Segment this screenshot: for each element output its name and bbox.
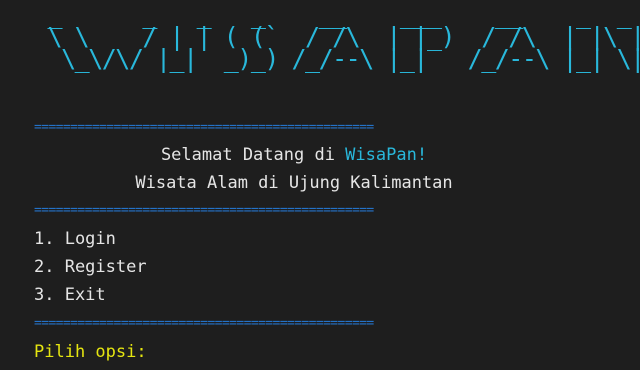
ascii-banner-wisapan: _ _ _ _ __ ___ __ _ _ \ \ / | | ( (` / /…	[47, 0, 640, 73]
menu-item-login: 1. Login	[34, 229, 116, 249]
option-prompt[interactable]: Pilih opsi:	[34, 341, 147, 363]
menu-item-exit: 3. Exit	[34, 285, 106, 305]
separator-middle: ========================================…	[34, 204, 374, 218]
welcome-line: Selamat Datang di WisaPan!	[34, 144, 554, 166]
separator-bottom: ========================================…	[34, 317, 374, 331]
terminal-window[interactable]: _ _ _ _ __ ___ __ _ _ \ \ / | | ( (` / /…	[0, 0, 640, 370]
app-name: WisaPan!	[345, 145, 428, 165]
tagline: Wisata Alam di Ujung Kalimantan	[135, 173, 453, 193]
menu-item-register: 2. Register	[34, 257, 147, 277]
welcome-text: Selamat Datang di	[160, 145, 346, 165]
separator-top: ========================================…	[34, 121, 374, 135]
